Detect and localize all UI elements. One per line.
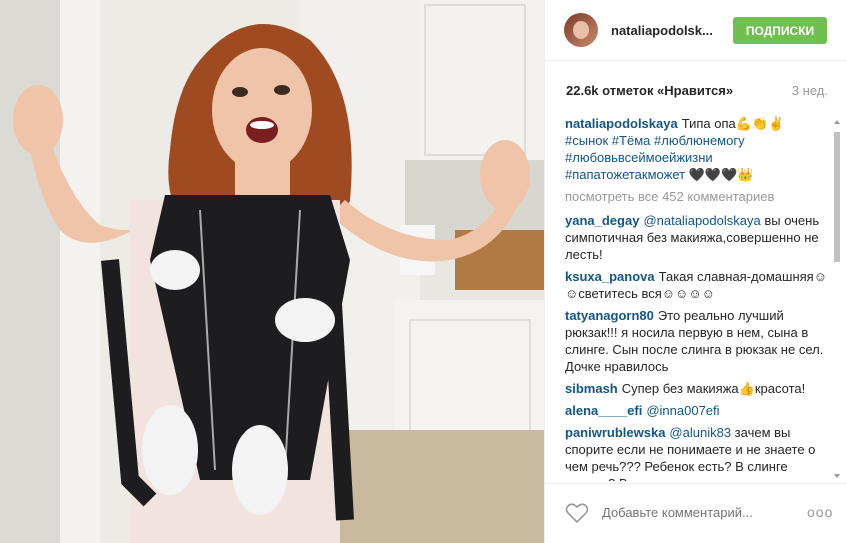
comment: alena____efi @inna007efi (565, 402, 829, 419)
comment-author[interactable]: sibmash (565, 381, 618, 396)
comments-scrollbar[interactable] (831, 118, 843, 480)
hashtag[interactable]: #Тёма (612, 133, 651, 148)
username-link[interactable]: nataliapodolsk... (611, 23, 713, 38)
hashtag[interactable]: #папатожетакможет (565, 167, 685, 182)
view-all-comments-link[interactable]: посмотреть все 452 комментариев (565, 188, 829, 205)
post-photo[interactable] (0, 0, 544, 543)
hashtag[interactable]: #любовьвсеймоейжизни (565, 150, 713, 165)
caption-emoji: 🖤🖤🖤👑 (688, 167, 754, 182)
post-time[interactable]: 3 нед. (792, 83, 828, 98)
comment: paniwrublewska @alunik83 зачем вы спорите… (565, 424, 829, 481)
scroll-down-icon[interactable] (834, 474, 840, 478)
scroll-up-icon[interactable] (834, 120, 840, 124)
likes-row: 22.6k отметок «Нравится» 3 нед. (566, 83, 828, 98)
likes-count[interactable]: 22.6k отметок «Нравится» (566, 83, 733, 98)
comment-author[interactable]: paniwrublewska (565, 425, 665, 440)
comment-author[interactable]: tatyanagorn80 (565, 308, 654, 323)
add-comment-input[interactable] (600, 504, 784, 521)
avatar[interactable] (564, 13, 598, 47)
comment: sibmash Супер без макияжа👍красота! (565, 380, 829, 397)
caption-author[interactable]: nataliapodolskaya (565, 116, 678, 131)
comment-author[interactable]: yana_degay (565, 213, 639, 228)
comment-mention[interactable]: @alunik83 (669, 425, 731, 440)
comment-author[interactable]: ksuxa_panova (565, 269, 655, 284)
comment-text: Супер без макияжа👍красота! (621, 381, 806, 396)
post-header: nataliapodolsk... ПОДПИСКИ (545, 0, 847, 61)
comment-mention[interactable]: @nataliapodolskaya (643, 213, 760, 228)
comments-list: nataliapodolskaya Типа опа💪👏✌ #сынок #Тём… (565, 115, 829, 481)
heart-icon[interactable] (565, 502, 589, 529)
comment: yana_degay @nataliapodolskaya вы очень си… (565, 212, 829, 263)
hashtag[interactable]: #сынок (565, 133, 608, 148)
comment-mention[interactable]: @inna007efi (646, 403, 719, 418)
scroll-thumb[interactable] (834, 132, 840, 262)
comment: tatyanagorn80 Это реально лучший рюкзак!!… (565, 307, 829, 375)
caption: nataliapodolskaya Типа опа💪👏✌ #сынок #Тём… (565, 115, 829, 183)
follow-button[interactable]: ПОДПИСКИ (733, 17, 827, 44)
caption-text: Типа опа💪👏✌ (681, 116, 785, 131)
hashtag[interactable]: #люблюнемогу (654, 133, 745, 148)
more-options-icon[interactable]: ooo (807, 504, 833, 520)
comment: ksuxa_panova Такая славная-домашняя☺☺свет… (565, 268, 829, 302)
comment-footer: ooo (545, 483, 847, 543)
comment-author[interactable]: alena____efi (565, 403, 642, 418)
post-details-panel: nataliapodolsk... ПОДПИСКИ 22.6k отметок… (544, 0, 847, 543)
photo-image (0, 0, 544, 543)
